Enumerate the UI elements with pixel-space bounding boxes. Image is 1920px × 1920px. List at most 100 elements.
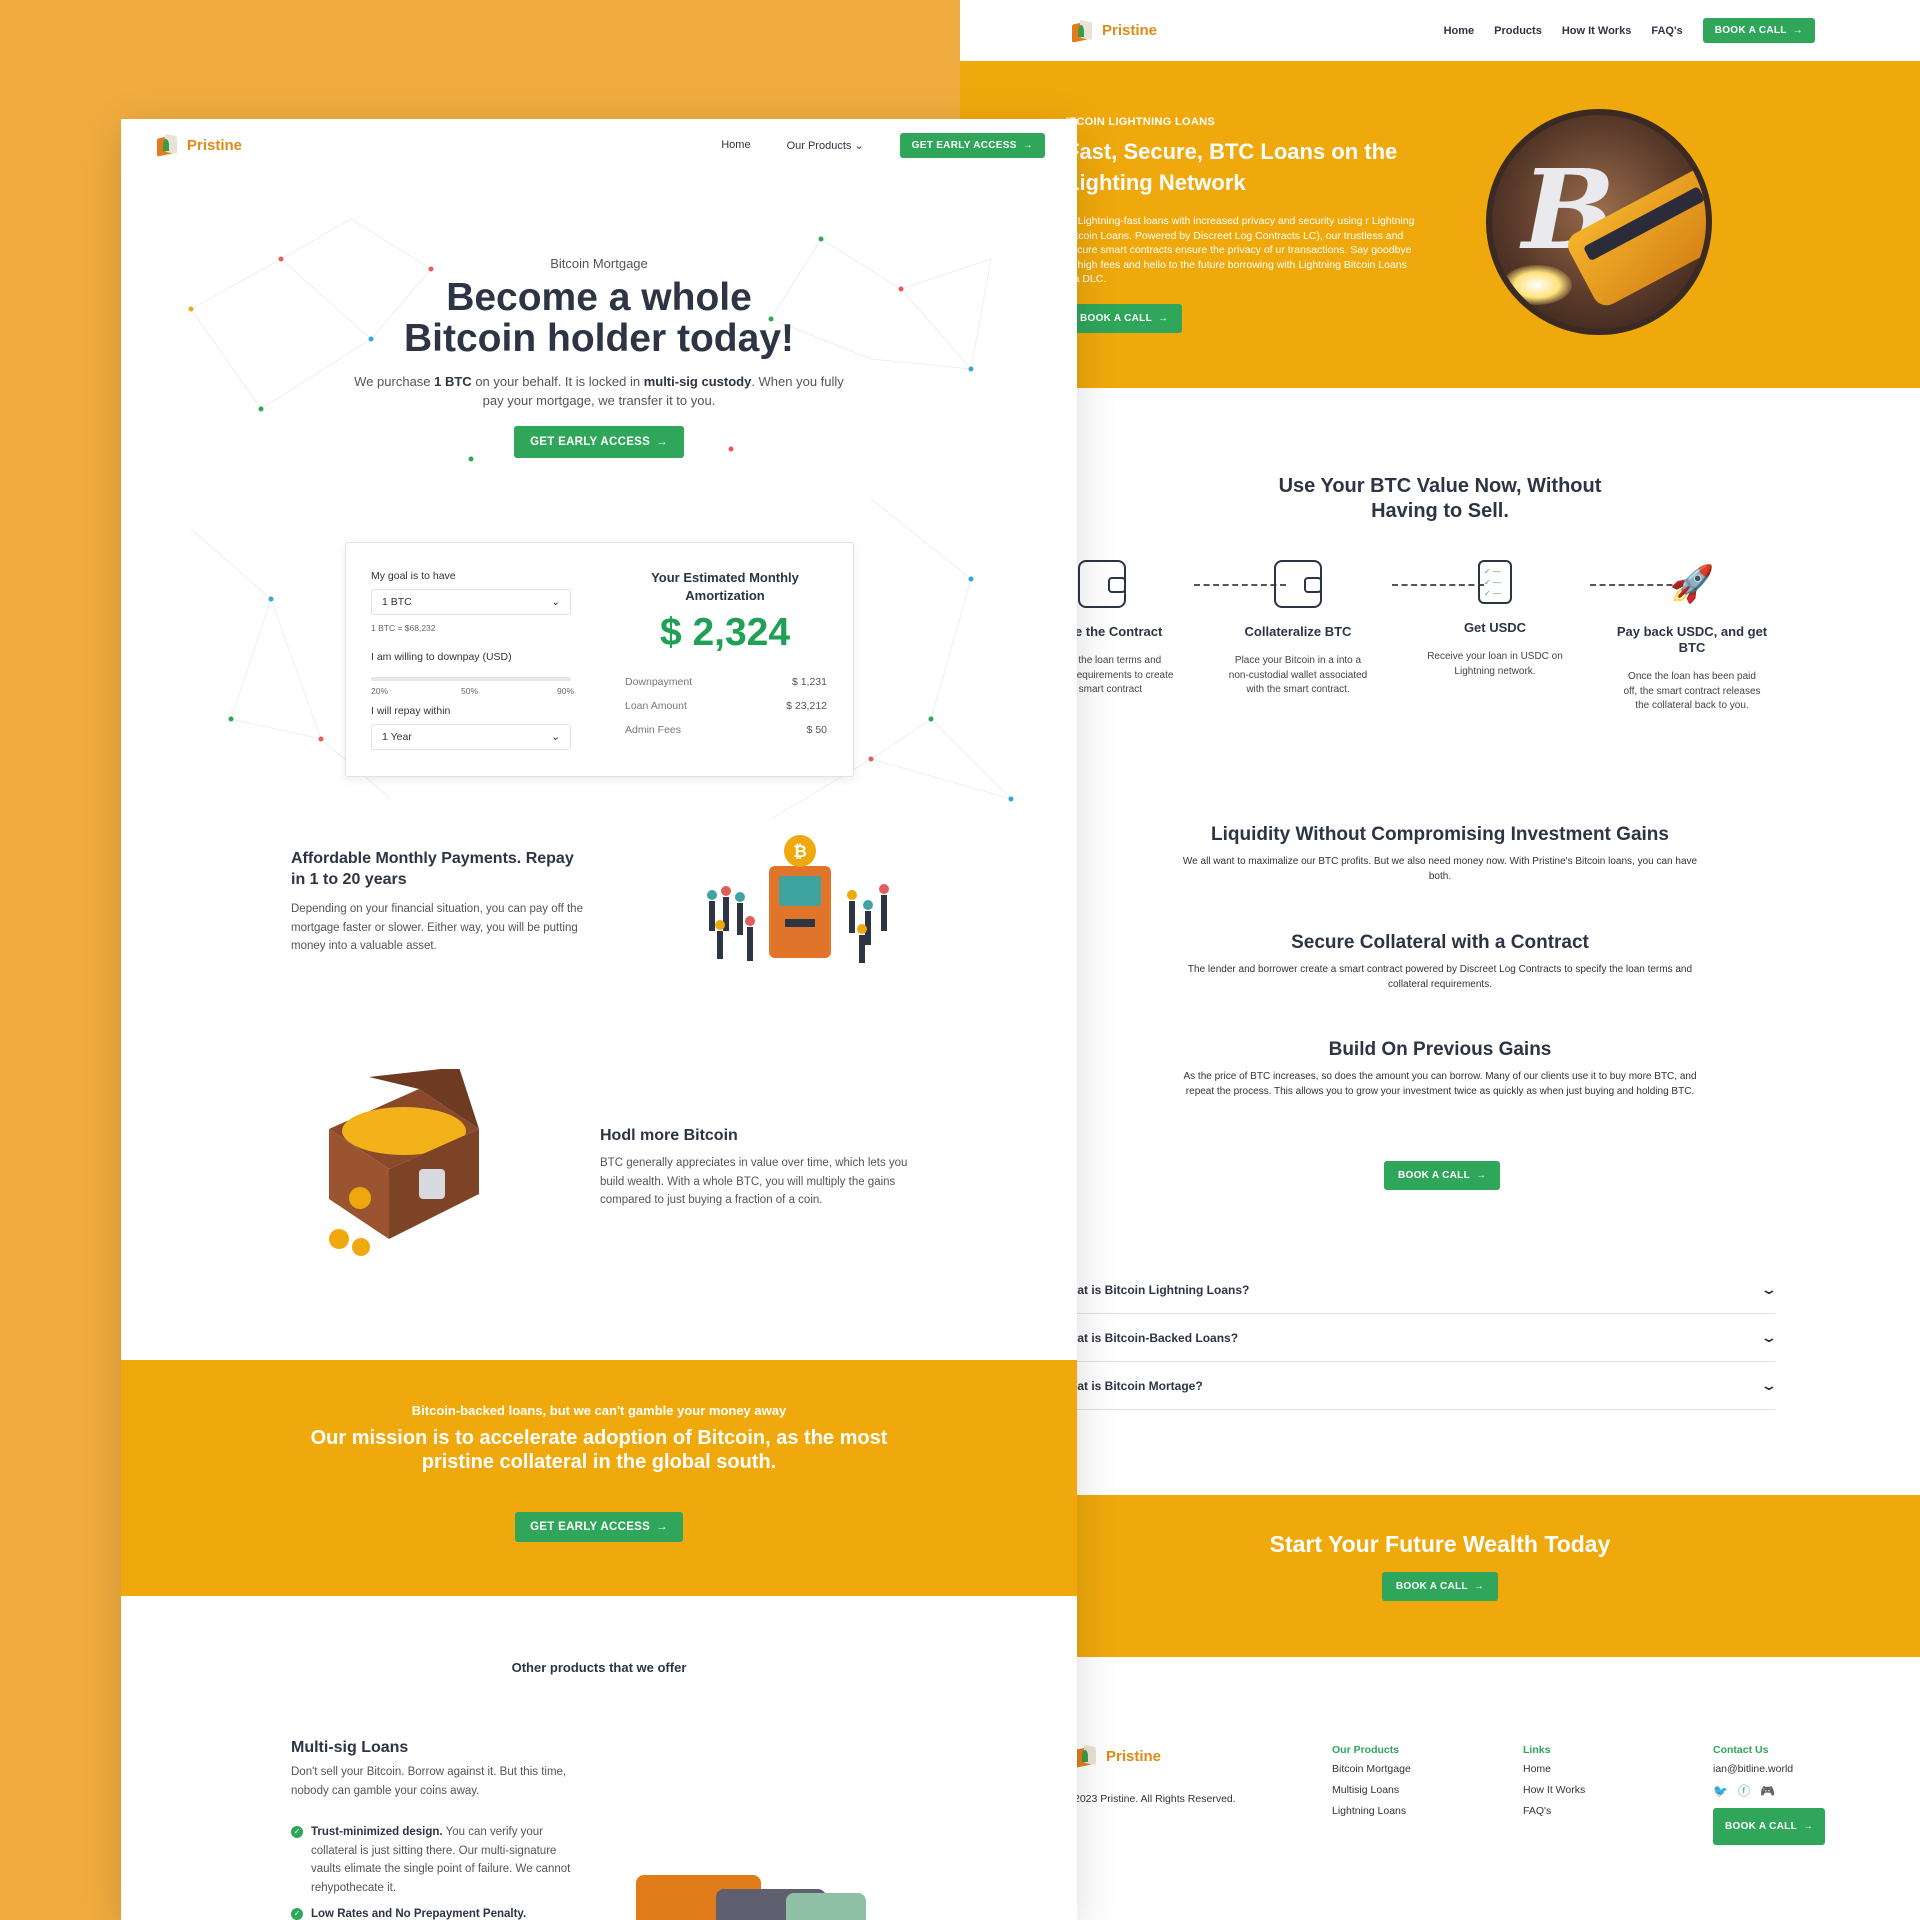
footer-link[interactable]: Multisig Loans (1332, 1780, 1411, 1801)
footer-link[interactable]: Bitcoin Mortgage (1332, 1759, 1411, 1780)
features-book-call-button[interactable]: BOOK A CALL → (1384, 1161, 1501, 1190)
social-links: 🐦 ⓕ 🎮 (1713, 1781, 1825, 1802)
feature-affordable-text: Depending on your financial situation, y… (291, 903, 583, 952)
hero-get-early-access-button[interactable]: GET EARLY ACCESS → (514, 426, 684, 458)
bitcoin-train-illustration: B (1486, 109, 1712, 335)
goal-label: My goal is to have (371, 570, 456, 582)
faq-question: hat is Bitcoin-Backed Loans? (1070, 1330, 1239, 1345)
summary-value: $ 50 (806, 724, 827, 736)
arrow-right-icon: → (656, 1521, 668, 1533)
arrow-right-icon: → (1803, 1821, 1814, 1832)
crowd-atm-illustration: ₿ (707, 835, 889, 963)
nav-home-link[interactable]: Home (721, 139, 750, 151)
facebook-icon[interactable]: ⓕ (1738, 1781, 1750, 1802)
downpay-slider[interactable] (371, 677, 571, 681)
treasure-chest-illustration (329, 1069, 479, 1256)
brand-logo[interactable]: Pristine (1070, 19, 1157, 43)
twitter-icon[interactable]: 🐦 (1713, 1781, 1728, 1802)
feature-title: Liquidity Without Compromising Investmen… (1211, 824, 1669, 845)
slider-tick: 50% (461, 686, 479, 696)
chevron-down-icon: ⌄ (854, 139, 864, 152)
multisig-point: ✓ Low Rates and No Prepayment Penalty. (291, 1905, 571, 1920)
footer-link[interactable]: How It Works (1523, 1780, 1585, 1801)
repay-value: 1 Year (382, 731, 412, 743)
hero-title: Fast, Secure, BTC Loans on the Lighting … (1066, 139, 1398, 195)
hero-title: Become a whole Bitcoin holder today! (121, 277, 1077, 359)
repay-label: I will repay within (371, 705, 451, 717)
footer-link[interactable]: Home (1523, 1759, 1585, 1780)
nav-products-label: Our Products (786, 139, 852, 152)
step-text: Once the loan has been paid off, the sma… (1623, 671, 1761, 711)
get-early-access-button[interactable]: GET EARLY ACCESS → (899, 132, 1045, 158)
hero-text-bold: multi-sig custody (643, 374, 752, 389)
mission-cta-label: GET EARLY ACCESS (530, 1521, 651, 1533)
cta-book-call-button[interactable]: BOOK A CALL → (1381, 1572, 1499, 1601)
top-nav: Pristine Home Our Products ⌄ GET EARLY A… (121, 119, 1077, 171)
cta-title: Start Your Future Wealth Today (1269, 1531, 1611, 1557)
summary-label: Loan Amount (625, 700, 687, 712)
faq-item[interactable]: hat is Bitcoin Mortage? ⌄ (1070, 1362, 1778, 1410)
logo-icon (1070, 19, 1094, 43)
get-early-access-label: GET EARLY ACCESS (911, 139, 1017, 151)
footer-logo[interactable]: Pristine (1074, 1744, 1161, 1768)
footer-contact-column: Contact Us ian@bitline.world 🐦 ⓕ 🎮 BOOK … (1713, 1743, 1826, 1845)
wallets-illustration (636, 1875, 866, 1920)
contact-email[interactable]: ian@bitline.world (1713, 1759, 1825, 1780)
step-get-usdc: Get USDC Receive your loan in USDC on Li… (1415, 560, 1575, 679)
top-nav: Pristine Home Products How It Works FAQ'… (960, 0, 1920, 61)
feature-affordable-title: Affordable Monthly Payments. Repay in 1 … (291, 850, 574, 888)
goal-select[interactable]: 1 BTC ⌄ (371, 589, 571, 615)
steps-title: Use Your BTC Value Now, Without Having t… (1278, 475, 1602, 522)
estimate-amount: $ 2,324 (659, 611, 791, 654)
lightning-glow-icon (1502, 265, 1572, 305)
step-collateralize: Collateralize BTC Place your Bitcoin in … (1218, 560, 1378, 698)
cta-book-call-label: BOOK A CALL (1395, 1581, 1468, 1592)
step-text: Place your Bitcoin in a into a non-custo… (1228, 655, 1368, 695)
multisig-title: Multi-sig Loans (291, 1739, 409, 1756)
book-call-button[interactable]: BOOK A CALL → (1702, 18, 1815, 43)
book-call-label: BOOK A CALL (1714, 25, 1787, 36)
footer-link[interactable]: Lightning Loans (1332, 1801, 1411, 1822)
mortgage-hero: Bitcoin Mortgage Become a whole Bitcoin h… (121, 256, 1077, 458)
check-circle-icon: ✓ (291, 1826, 303, 1838)
slider-tick: 90% (557, 686, 575, 696)
nav-faqs-link[interactable]: FAQ's (1651, 25, 1682, 37)
nav-how-it-works-link[interactable]: How It Works (1562, 25, 1631, 37)
step-pay-back: 🚀 Pay back USDC, and get BTC Once the lo… (1612, 560, 1772, 714)
footer-book-call-button[interactable]: BOOK A CALL → (1713, 1808, 1826, 1845)
estimate-title: Your Estimated Monthly Amortization (651, 570, 799, 603)
hero-eyebrow: Bitcoin Mortgage (550, 256, 648, 271)
faq-item[interactable]: hat is Bitcoin Lightning Loans? ⌄ (1070, 1266, 1778, 1314)
summary-row: Downpayment $ 1,231 (625, 676, 827, 688)
nav-products-dropdown[interactable]: Our Products ⌄ (787, 139, 864, 152)
mortgage-calculator: My goal is to have 1 BTC ⌄ 1 BTC = $68,23… (345, 542, 854, 777)
nav-home-link[interactable]: Home (1444, 25, 1475, 37)
svg-text:₿: ₿ (793, 842, 807, 861)
faq-item[interactable]: hat is Bitcoin-Backed Loans? ⌄ (1070, 1314, 1778, 1362)
footer-products-column: Our Products Bitcoin Mortgage Multisig L… (1332, 1743, 1411, 1822)
nav-products-link[interactable]: Products (1494, 25, 1542, 37)
mission-eyebrow: Bitcoin-backed loans, but we can't gambl… (411, 1403, 787, 1418)
brand-logo[interactable]: Pristine (155, 133, 242, 157)
mission-get-early-access-button[interactable]: GET EARLY ACCESS → (515, 1512, 683, 1542)
wallet-icon (1274, 560, 1322, 608)
hero-text: et Lightning-fast loans with increased p… (1066, 215, 1415, 285)
footer-link[interactable]: FAQ's (1523, 1801, 1585, 1822)
right-page: Pristine Home Products How It Works FAQ'… (960, 0, 1920, 1920)
arrow-right-icon: → (656, 436, 668, 448)
hero-book-call-button[interactable]: BOOK A CALL → (1066, 304, 1183, 333)
arrow-right-icon: → (1792, 25, 1803, 36)
chevron-down-icon: ⌄ (1760, 1281, 1778, 1297)
feature-text: We all want to maximalize our BTC profit… (1182, 856, 1698, 882)
arrow-right-icon: → (1158, 313, 1169, 324)
hero-cta-label: GET EARLY ACCESS (530, 436, 651, 448)
hero-title-line2: Bitcoin holder today! (404, 317, 794, 360)
arrow-right-icon: → (1473, 1581, 1485, 1592)
multisig-point: ✓ Trust-minimized design. You can verify… (291, 1823, 571, 1897)
repay-select[interactable]: 1 Year ⌄ (371, 724, 571, 750)
discord-icon[interactable]: 🎮 (1760, 1781, 1775, 1802)
btc-rate: 1 BTC = $68,232 (371, 623, 436, 633)
arrow-right-icon: → (1022, 139, 1033, 151)
hero-eyebrow: ITCOIN LIGHTNING LOANS (1066, 116, 1215, 128)
mission-banner: Bitcoin-backed loans, but we can't gambl… (121, 1360, 1077, 1596)
